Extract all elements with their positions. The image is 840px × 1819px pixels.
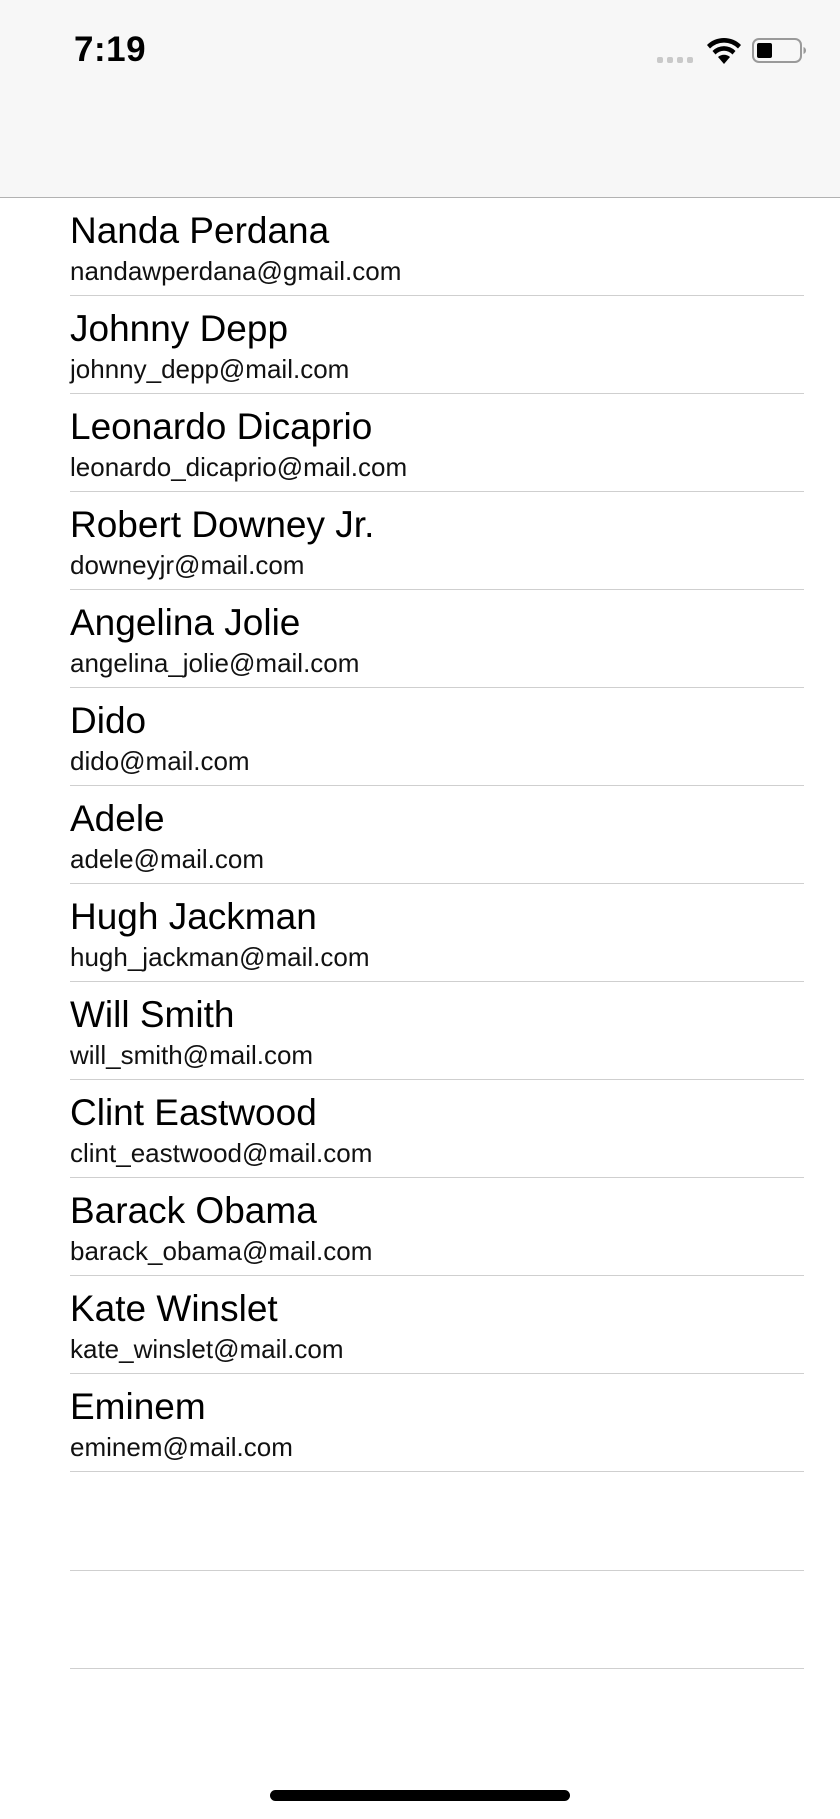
contact-email: downeyjr@mail.com (70, 550, 305, 580)
wifi-icon (706, 36, 742, 66)
contact-list[interactable]: Nanda Perdana nandawperdana@gmail.com John… (0, 198, 840, 1669)
contact-row[interactable]: Robert Downey Jr. downeyjr@mail.com (70, 492, 804, 590)
contact-row[interactable]: Kate Winslet kate_winslet@mail.com (70, 1276, 804, 1374)
contact-row[interactable]: Johnny Depp johnny_depp@mail.com (70, 296, 804, 394)
contact-row[interactable]: Eminem eminem@mail.com (70, 1374, 804, 1472)
contact-email: adele@mail.com (70, 844, 265, 874)
contact-row[interactable]: Clint Eastwood clint_eastwood@mail.com (70, 1080, 804, 1178)
contact-row[interactable]: Will Smith will_smith@mail.com (70, 982, 804, 1080)
contact-email: barack_obama@mail.com (70, 1236, 373, 1266)
contact-email: angelina_jolie@mail.com (70, 648, 360, 678)
contact-row[interactable]: Leonardo Dicaprio leonardo_dicaprio@mail.… (70, 394, 804, 492)
contact-row[interactable]: Adele adele@mail.com (70, 786, 804, 884)
contact-email: dido@mail.com (70, 746, 250, 776)
empty-row (70, 1571, 804, 1669)
contact-name: Johnny Depp (70, 308, 289, 349)
contact-name: Kate Winslet (70, 1288, 278, 1329)
empty-row (70, 1472, 804, 1571)
contact-row[interactable]: Barack Obama barack_obama@mail.com (70, 1178, 804, 1276)
contact-email: johnny_depp@mail.com (70, 354, 350, 384)
contact-email: eminem@mail.com (70, 1432, 293, 1462)
contact-name: Will Smith (70, 994, 235, 1035)
contact-email: will_smith@mail.com (70, 1040, 314, 1070)
contact-row[interactable]: Dido dido@mail.com (70, 688, 804, 786)
contact-row[interactable]: Nanda Perdana nandawperdana@gmail.com (70, 198, 804, 296)
contact-name: Dido (70, 700, 147, 741)
status-bar: 7:19 (0, 0, 840, 198)
battery-icon (752, 38, 807, 64)
contact-name: Barack Obama (70, 1190, 317, 1231)
contact-name: Robert Downey Jr. (70, 504, 375, 545)
contact-name: Eminem (70, 1386, 206, 1427)
contact-name: Hugh Jackman (70, 896, 317, 937)
contact-name: Nanda Perdana (70, 210, 330, 251)
contact-email: kate_winslet@mail.com (70, 1334, 344, 1364)
cellular-signal-icon (657, 52, 697, 66)
contact-email: clint_eastwood@mail.com (70, 1138, 373, 1168)
contact-name: Clint Eastwood (70, 1092, 317, 1133)
contact-email: hugh_jackman@mail.com (70, 942, 370, 972)
contact-name: Angelina Jolie (70, 602, 301, 643)
contact-name: Adele (70, 798, 165, 839)
contact-email: nandawperdana@gmail.com (70, 256, 402, 286)
contact-name: Leonardo Dicaprio (70, 406, 373, 447)
contact-row[interactable]: Angelina Jolie angelina_jolie@mail.com (70, 590, 804, 688)
contact-email: leonardo_dicaprio@mail.com (70, 452, 408, 482)
home-indicator[interactable] (270, 1790, 570, 1801)
status-time: 7:19 (74, 30, 147, 69)
contact-row[interactable]: Hugh Jackman hugh_jackman@mail.com (70, 884, 804, 982)
